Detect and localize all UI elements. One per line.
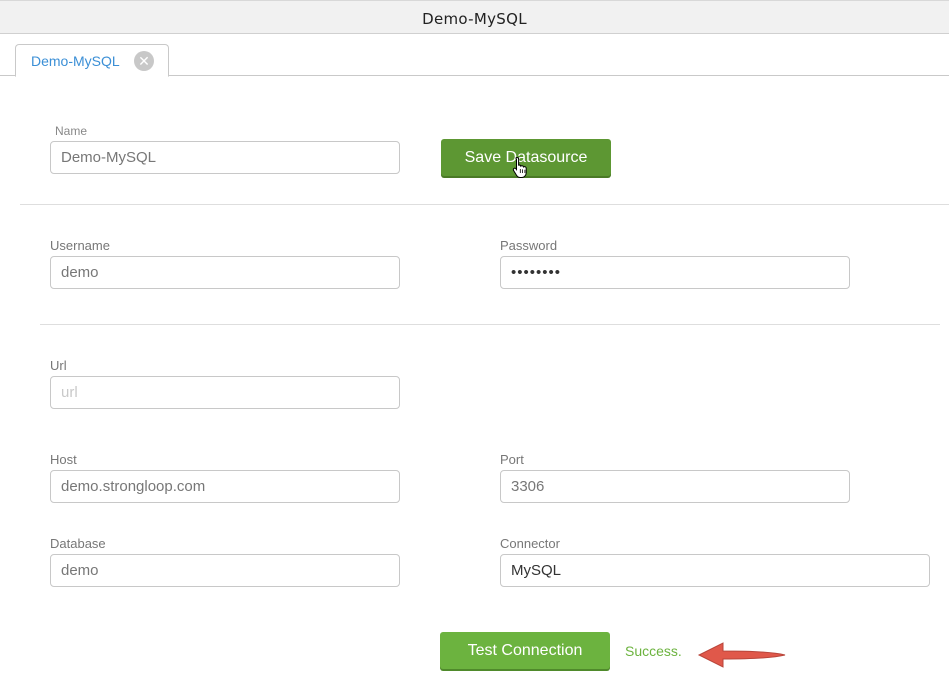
name-label: Name bbox=[55, 124, 88, 138]
port-label: Port bbox=[500, 452, 524, 467]
tab-demo-mysql[interactable]: Demo-MySQL ✕ bbox=[15, 44, 169, 77]
host-label: Host bbox=[50, 452, 77, 467]
password-label: Password bbox=[500, 238, 558, 253]
tab-label: Demo-MySQL bbox=[31, 53, 120, 69]
connector-label: Connector bbox=[500, 536, 560, 551]
port-field[interactable] bbox=[500, 470, 850, 503]
window-title: Demo-MySQL bbox=[0, 0, 949, 34]
username-label: Username bbox=[50, 238, 110, 253]
url-field[interactable] bbox=[50, 376, 400, 409]
divider bbox=[40, 324, 940, 325]
arrow-left-icon bbox=[697, 642, 786, 668]
username-field[interactable] bbox=[50, 256, 400, 289]
tab-bar: Demo-MySQL ✕ bbox=[0, 34, 949, 77]
connector-field[interactable] bbox=[500, 554, 930, 587]
hand-pointer-icon bbox=[512, 156, 527, 178]
database-label: Database bbox=[50, 536, 106, 551]
url-label: Url bbox=[50, 358, 67, 373]
host-field[interactable] bbox=[50, 470, 400, 503]
connection-status: Success. bbox=[625, 643, 682, 659]
password-field[interactable] bbox=[500, 256, 850, 289]
name-field[interactable] bbox=[50, 141, 400, 174]
close-icon[interactable]: ✕ bbox=[134, 51, 154, 71]
divider bbox=[20, 204, 949, 205]
test-connection-button[interactable]: Test Connection bbox=[440, 632, 610, 669]
database-field[interactable] bbox=[50, 554, 400, 587]
